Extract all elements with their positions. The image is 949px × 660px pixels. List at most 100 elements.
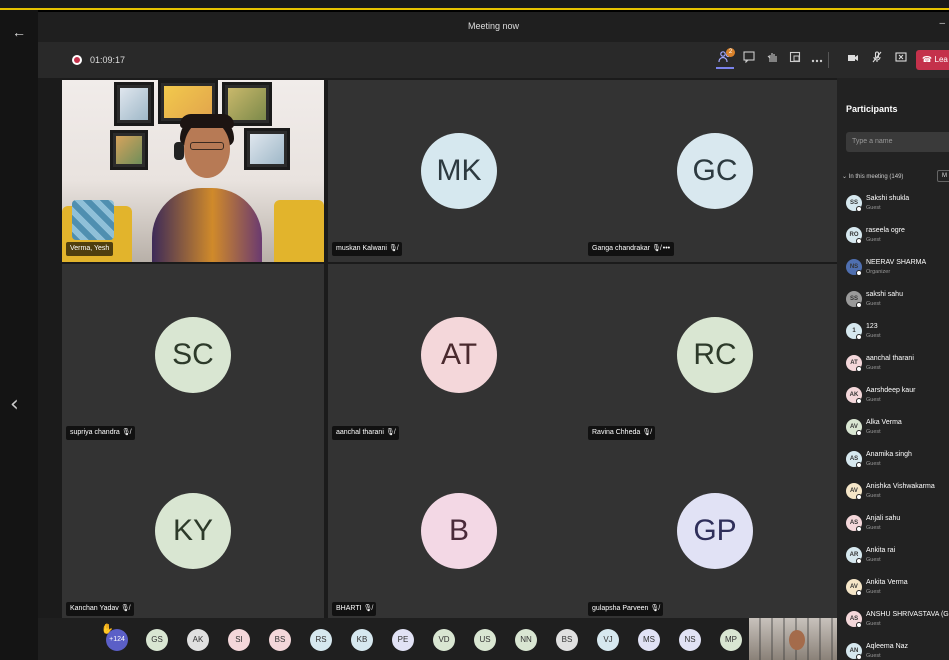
participant-row[interactable]: AV Alka Verma Guest — [846, 417, 949, 441]
video-tile-verma-yesh[interactable]: Verma, Yesh — [62, 80, 324, 262]
strip-avatar[interactable]: US — [474, 629, 496, 651]
strip-avatar[interactable]: BS — [269, 629, 291, 651]
participant-row[interactable]: RO raseela ogre Guest — [846, 225, 949, 249]
tile-name-text: Kanchan Yadav — [70, 605, 119, 612]
overflow-participant-strip: ✋ +124 GS AK SI BS RS KB PE VD US NN BS VJ MS NS MP — [38, 618, 837, 660]
participant-row[interactable]: AV Ankita Verma Guest — [846, 577, 949, 601]
strip-avatar[interactable]: RS — [310, 629, 332, 651]
presence-status-icon — [856, 270, 862, 276]
presence-status-icon — [856, 526, 862, 532]
strip-avatar[interactable]: MS — [638, 629, 660, 651]
video-tile-gp[interactable]: GP gulapsha Parveen 🎙︎̸ — [584, 440, 846, 622]
tile-name-text: BHARTI — [336, 605, 362, 612]
strip-avatar[interactable]: BS — [556, 629, 578, 651]
strip-avatar[interactable]: KB — [351, 629, 373, 651]
mic-off-icon[interactable] — [868, 51, 886, 69]
mic-off-icon: 🎙︎̸ — [120, 605, 130, 612]
mic-off-icon: 🎙︎̸ — [650, 605, 660, 612]
tile-more-icon[interactable]: ••• — [663, 245, 670, 252]
participant-row[interactable]: AS ANSHU SHRIVASTAVA (Gue Guest — [846, 609, 949, 633]
raise-hand-icon[interactable] — [763, 51, 781, 69]
breakout-icon[interactable] — [786, 51, 804, 69]
participant-role: Guest — [866, 429, 881, 435]
mic-off-icon: 🎙︎̸ — [121, 429, 131, 436]
mic-off-icon: 🎙︎̸ — [385, 429, 395, 436]
tile-name-text: muskan Kalwani — [336, 245, 387, 252]
participant-row[interactable]: AK Aarshdeep kaur Guest — [846, 385, 949, 409]
mute-all-button[interactable]: M — [937, 170, 949, 182]
participants-icon[interactable]: 2 — [716, 48, 735, 69]
tile-name-text: supriya chandra — [70, 429, 120, 436]
glasses — [190, 142, 224, 150]
more-icon[interactable] — [808, 51, 826, 69]
tile-name-text: aanchal tharani — [336, 429, 384, 436]
title-bar: Meeting now – — [38, 12, 949, 42]
minimize-button[interactable]: – — [939, 18, 945, 29]
participant-row[interactable]: NS NEERAV SHARMA Organizer — [846, 257, 949, 281]
participant-row[interactable]: AS Anjali sahu Guest — [846, 513, 949, 537]
presence-status-icon — [856, 334, 862, 340]
person-body — [152, 188, 262, 262]
share-screen-icon[interactable] — [892, 51, 910, 69]
strip-avatar[interactable]: SI — [228, 629, 250, 651]
video-tile-b[interactable]: B BHARTI 🎙︎̸ — [328, 440, 590, 622]
participant-avatar: KY — [155, 493, 231, 569]
meeting-timer: 01:09:17 — [90, 55, 126, 65]
presence-status-icon — [856, 302, 862, 308]
video-tile-at[interactable]: AT aanchal tharani 🎙︎̸ — [328, 264, 590, 446]
participant-name: ANSHU SHRIVASTAVA (Gue — [866, 611, 949, 618]
video-tile-ky[interactable]: KY Kanchan Yadav 🎙︎̸ — [62, 440, 324, 622]
participant-row[interactable]: AT aanchal tharani Guest — [846, 353, 949, 377]
participants-title: Participants — [846, 104, 898, 114]
strip-avatar[interactable]: NS — [679, 629, 701, 651]
presence-status-icon — [856, 206, 862, 212]
participant-role: Guest — [866, 205, 881, 211]
participant-name: raseela ogre — [866, 227, 905, 234]
participant-avatar: MK — [421, 133, 497, 209]
video-tile-sc[interactable]: SC supriya chandra 🎙︎̸ — [62, 264, 324, 446]
video-tile-gc[interactable]: GC Ganga chandrakar 🎙︎̸ ••• — [584, 80, 846, 262]
strip-avatar[interactable]: VD — [433, 629, 455, 651]
camera-icon[interactable] — [844, 51, 862, 69]
participant-row[interactable]: AR Ankita rai Guest — [846, 545, 949, 569]
tile-name-text: gulapsha Parveen — [592, 605, 649, 612]
self-face — [789, 630, 805, 650]
strip-avatar[interactable]: AK — [187, 629, 209, 651]
in-meeting-section-toggle[interactable]: ⌄ In this meeting (149) — [842, 173, 903, 180]
cushion — [72, 200, 114, 240]
leave-button[interactable]: ☎ Lea — [916, 50, 949, 70]
previous-chevron-icon[interactable]: ‹ — [10, 392, 19, 417]
participant-name: NEERAV SHARMA — [866, 259, 927, 266]
more-participants-button[interactable]: +124 — [106, 629, 128, 651]
participant-search-input[interactable]: Type a name — [846, 132, 949, 152]
video-tile-rc[interactable]: RC Ravina Chheda 🎙︎̸ — [584, 264, 846, 446]
strip-avatar[interactable]: PE — [392, 629, 414, 651]
participant-row[interactable]: AV Anishka Vishwakarma Guest — [846, 481, 949, 505]
participant-row[interactable]: AS Anamika singh Guest — [846, 449, 949, 473]
participant-name: aanchal tharani — [866, 355, 914, 362]
participant-role: Organizer — [866, 269, 891, 275]
participant-role: Guest — [866, 365, 881, 371]
chat-icon[interactable] — [740, 51, 758, 69]
participant-row[interactable]: AN Aqleema Naz Guest — [846, 641, 949, 660]
participant-role: Guest — [866, 461, 881, 467]
video-tile-mk[interactable]: MK muskan Kalwani 🎙︎̸ — [328, 80, 590, 262]
participant-avatar: SC — [155, 317, 231, 393]
meeting-toolbar: 01:09:17 2 ☎ Lea — [38, 42, 949, 78]
strip-avatar[interactable]: GS — [146, 629, 168, 651]
participant-row[interactable]: 1 123 Guest — [846, 321, 949, 345]
participant-row[interactable]: SS Sakshi shukla Guest — [846, 193, 949, 217]
presence-status-icon — [856, 590, 862, 596]
strip-avatar[interactable]: VJ — [597, 629, 619, 651]
participant-row[interactable]: SS sakshi sahu Guest — [846, 289, 949, 313]
participant-avatar: RC — [677, 317, 753, 393]
phone-hangup-icon: ☎ — [922, 55, 935, 64]
self-video-preview[interactable] — [749, 618, 837, 660]
back-arrow-icon[interactable]: ← — [12, 24, 26, 40]
presence-status-icon — [856, 430, 862, 436]
strip-avatar[interactable]: MP — [720, 629, 742, 651]
participant-name: Ankita Verma — [866, 579, 908, 586]
participants-panel: Participants Type a name ⌄ In this meeti… — [837, 78, 949, 660]
strip-avatar[interactable]: NN — [515, 629, 537, 651]
participant-avatar: AT — [421, 317, 497, 393]
